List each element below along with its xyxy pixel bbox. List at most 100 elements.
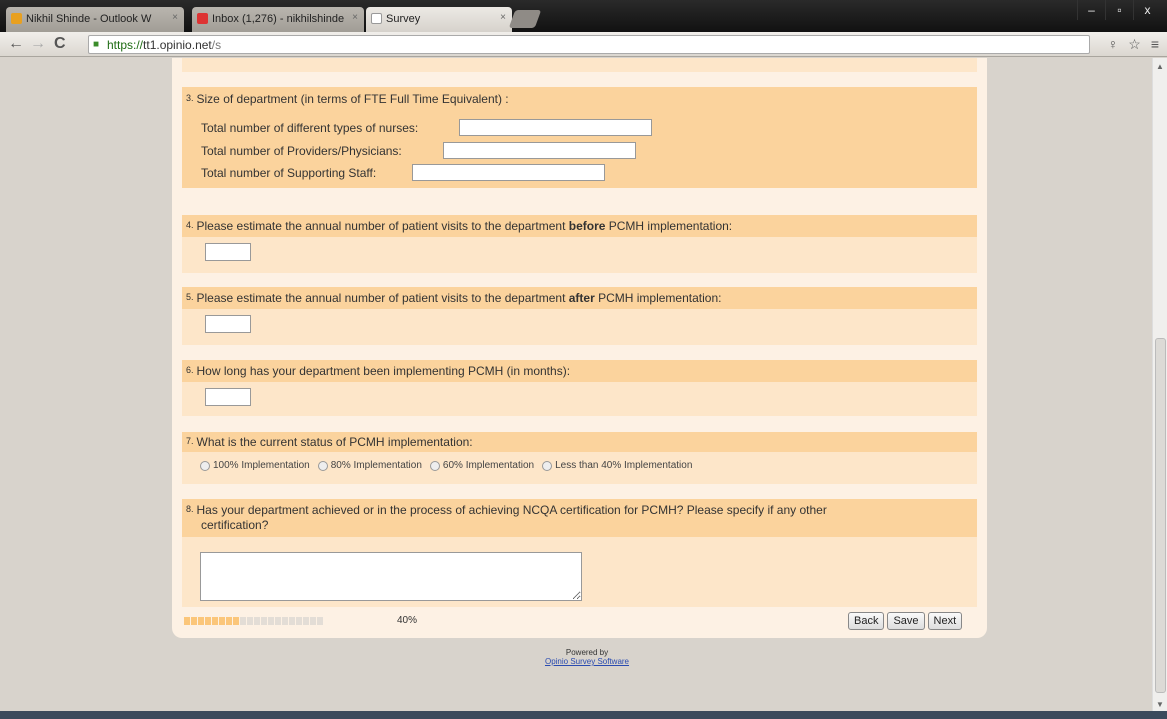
radio-button[interactable] [317,460,328,471]
progress-segment [303,617,309,625]
save-button[interactable]: Save [887,612,925,630]
radio-button[interactable] [542,460,553,471]
url-scheme: https:// [107,38,144,52]
progress-segment [205,617,211,625]
page-icon [371,13,382,24]
progress-segment [184,617,190,625]
progress-percent: 40% [397,615,418,626]
field-label: Total number of different types of nurse… [201,121,419,135]
back-button[interactable]: Back [848,612,885,630]
scrollbar-thumb[interactable] [1155,338,1166,693]
physicians-field-row: Total number of Providers/Physicians: [201,144,402,158]
new-tab-button[interactable] [508,10,542,28]
progress-segment [240,617,246,625]
address-bar[interactable]: ■ https://tt1.opinio.net/s [88,35,1090,54]
window-controls: – ▫ x [1077,0,1161,20]
progress-segment [226,617,232,625]
radio-label: 60% Implementation [442,460,535,471]
survey-page: 3. Size of department (in terms of FTE Fu… [0,58,1152,711]
progress-segment [282,617,288,625]
outlook-icon [11,13,22,24]
forward-arrow-icon[interactable]: → [30,35,46,53]
visits-before-input[interactable] [205,243,251,261]
question-5-body [182,309,977,345]
progress-segment [247,617,253,625]
question-number: 3. [186,93,194,103]
question-text-cont: certification? [201,518,269,532]
question-text: Size of department (in terms of FTE Full… [196,92,509,106]
progress-segment [310,617,316,625]
nurses-input[interactable] [459,119,652,136]
opinio-link[interactable]: Opinio Survey Software [545,657,629,666]
tab-label: Inbox (1,276) - nikhilshinde [212,13,345,25]
progress-bar [184,617,323,625]
question-text: Please estimate the annual number of pat… [196,219,569,233]
bookmark-star-icon[interactable]: ☆ [1128,36,1141,53]
question-text: What is the current status of PCMH imple… [196,435,473,449]
question-text: Please estimate the annual number of pat… [196,291,569,305]
radio-100[interactable]: 100% Implementation [200,460,310,471]
question-text: Has your department achieved or in the p… [196,503,827,517]
minimize-icon[interactable]: – [1077,0,1105,20]
next-button[interactable]: Next [927,612,963,630]
nurses-field-row: Total number of different types of nurse… [201,121,418,135]
progress-segment [198,617,204,625]
question-number: 7. [186,436,194,446]
extension-icon[interactable]: ♀ [1108,36,1119,53]
vertical-scrollbar[interactable]: ▲ ▼ [1152,58,1167,711]
question-8: 8. Has your department achieved or in the… [182,499,977,537]
field-label: Total number of Providers/Physicians: [201,144,402,158]
question-text-end: PCMH implementation: [605,219,733,233]
radio-less-40[interactable]: Less than 40% Implementation [542,460,692,471]
progress-segment [212,617,218,625]
visits-after-input[interactable] [205,315,251,333]
progress-segment [296,617,302,625]
progress-segment [261,617,267,625]
radio-label: 80% Implementation [330,460,422,471]
question-number: 5. [186,292,194,302]
radio-80[interactable]: 80% Implementation [317,460,422,471]
question-text-end: PCMH implementation: [594,291,722,305]
question-7: 7. What is the current status of PCMH imp… [182,432,977,452]
close-icon[interactable]: × [352,12,358,23]
tab-gmail[interactable]: Inbox (1,276) - nikhilshinde × [192,7,364,32]
question-6-body [182,382,977,416]
navigation-buttons: Back Save Next [848,612,963,630]
menu-icon[interactable]: ≡ [1151,36,1159,53]
progress-segment [275,617,281,625]
close-icon[interactable]: × [500,12,506,23]
question-5: 5. Please estimate the annual number of p… [182,287,977,309]
question-number: 6. [186,365,194,375]
physicians-input[interactable] [443,142,636,159]
powered-by: Powered by Opinio Survey Software [533,648,641,666]
question-4: 4. Please estimate the annual number of p… [182,215,977,237]
close-icon[interactable]: × [172,12,178,23]
url-path: /s [211,38,222,52]
gmail-icon [197,13,208,24]
restore-icon[interactable]: ▫ [1105,0,1133,20]
progress-segment [254,617,260,625]
radio-label: 100% Implementation [213,460,310,471]
close-window-icon[interactable]: x [1133,0,1161,20]
radio-button[interactable] [200,460,210,471]
back-arrow-icon[interactable]: ← [8,35,24,53]
reload-icon[interactable]: C [54,35,66,53]
progress-segment [233,617,239,625]
scroll-down-icon[interactable]: ▼ [1156,700,1164,709]
radio-button[interactable] [429,460,440,471]
radio-60[interactable]: 60% Implementation [429,460,535,471]
field-label: Total number of Supporting Staff: [201,166,377,180]
progress-segment [191,617,197,625]
progress-segment [289,617,295,625]
question-6: 6. How long has your department been impl… [182,360,977,382]
os-taskbar [0,711,1167,719]
scroll-up-icon[interactable]: ▲ [1156,62,1164,71]
support-staff-input[interactable] [412,164,605,181]
tab-survey[interactable]: Survey × [366,7,512,32]
months-input[interactable] [205,388,251,406]
progress-segment [317,617,323,625]
toolbar-icons: ♀ ☆ ≡ [1108,36,1159,53]
previous-question-tail [182,58,977,72]
tab-outlook[interactable]: Nikhil Shinde - Outlook W × [6,7,184,32]
certification-textarea[interactable] [200,552,582,601]
